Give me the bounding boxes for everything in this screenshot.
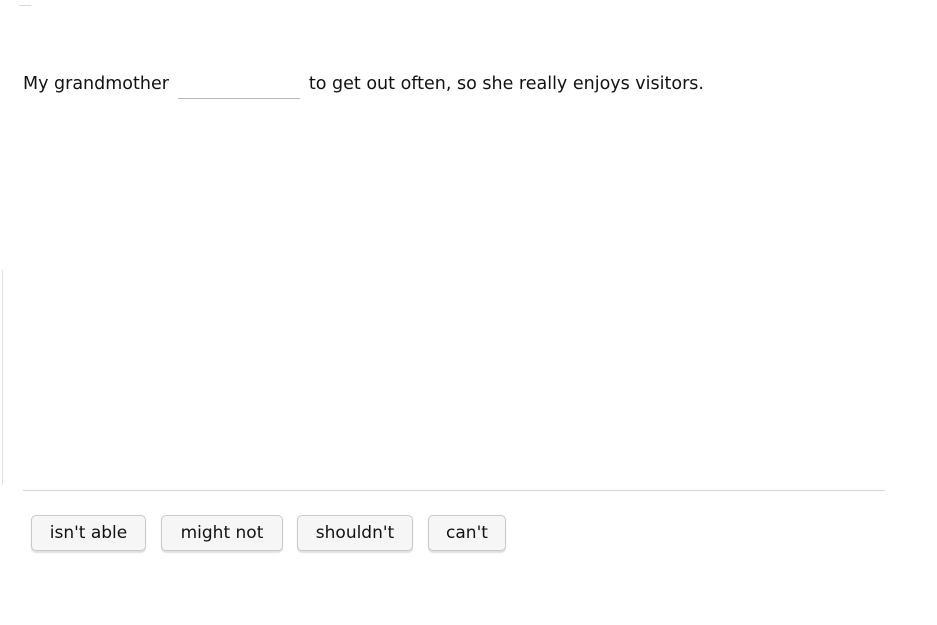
left-edge-line [2, 270, 3, 485]
choice-button-isnt-able[interactable]: isn't able [31, 515, 146, 551]
divider [23, 490, 885, 491]
question-sentence: My grandmother to get out often, so she r… [23, 72, 704, 99]
sentence-after-blank: to get out often, so she really enjoys v… [308, 74, 704, 94]
choice-button-shouldnt[interactable]: shouldn't [297, 515, 413, 551]
sentence-before-blank: My grandmother [23, 74, 169, 94]
choice-button-cant[interactable]: can't [428, 515, 506, 551]
corner-mark [19, 5, 31, 6]
choice-button-might-not[interactable]: might not [161, 515, 283, 551]
answer-blank[interactable] [177, 72, 300, 99]
